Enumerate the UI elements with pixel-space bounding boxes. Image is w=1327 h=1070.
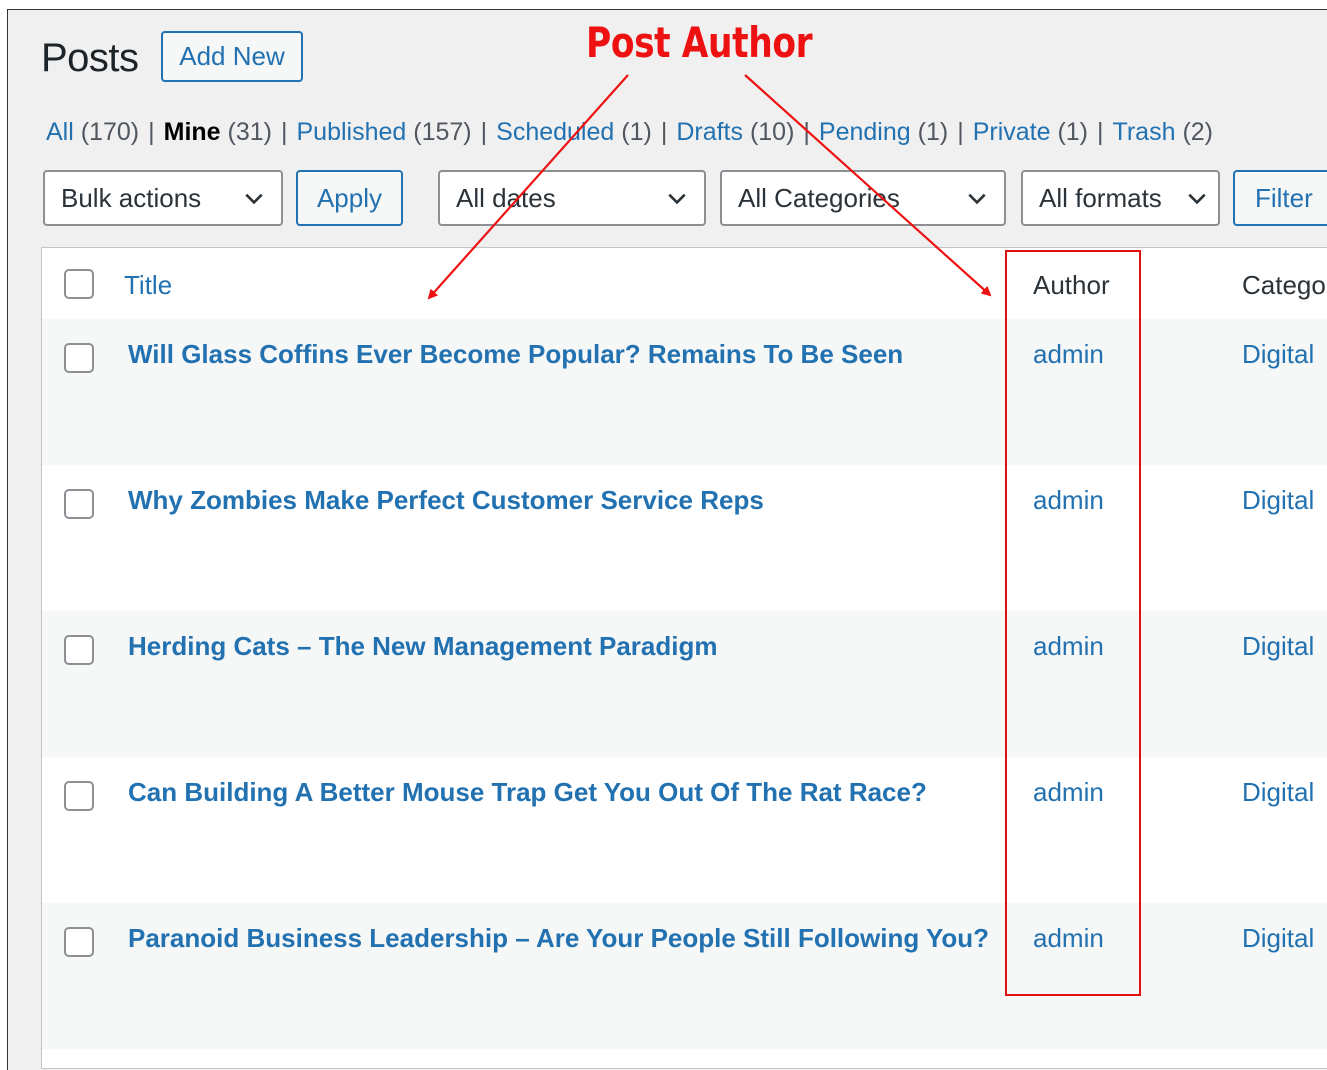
view-private-count: (1) (1057, 118, 1089, 146)
view-trash-count: (2) (1182, 118, 1214, 146)
formats-select[interactable]: All formats (1021, 170, 1220, 226)
view-pending-count: (1) (917, 118, 949, 146)
post-title-link[interactable]: Paranoid Business Leadership – Are Your … (128, 923, 989, 954)
post-title-link[interactable]: Can Building A Better Mouse Trap Get You… (128, 777, 927, 808)
post-title-link[interactable]: Will Glass Coffins Ever Become Popular? … (128, 339, 903, 370)
dates-select[interactable]: All dates (438, 170, 706, 226)
row-checkbox[interactable] (64, 635, 94, 665)
category-link[interactable]: Digital (1242, 777, 1314, 808)
add-new-button[interactable]: Add New (161, 31, 303, 82)
category-link[interactable]: Digital (1242, 485, 1314, 516)
separator: | (803, 118, 810, 146)
chevron-down-icon (1188, 193, 1206, 205)
post-status-filters: All (170) | Mine (31) | Published (157) | Sche… (46, 118, 1213, 147)
category-link[interactable]: Digital (1242, 923, 1314, 954)
view-drafts-link[interactable]: Drafts (676, 118, 743, 146)
post-title-link[interactable]: Herding Cats – The New Management Paradi… (128, 631, 717, 662)
separator: | (1097, 118, 1104, 146)
chevron-down-icon (668, 193, 686, 205)
separator: | (480, 118, 488, 146)
page-title: Posts (41, 36, 139, 80)
author-column-highlight (1005, 250, 1141, 996)
view-all-link[interactable]: All (46, 118, 74, 146)
filter-button[interactable]: Filter (1233, 170, 1327, 226)
categories-select[interactable]: All Categories (720, 170, 1006, 226)
dates-value: All dates (456, 182, 556, 213)
view-all-count: (170) (80, 118, 140, 146)
row-checkbox[interactable] (64, 927, 94, 957)
view-mine-count: (31) (227, 118, 272, 146)
row-checkbox[interactable] (64, 489, 94, 519)
view-published-link[interactable]: Published (297, 118, 407, 146)
row-checkbox[interactable] (64, 781, 94, 811)
view-published-count: (157) (413, 118, 472, 146)
view-scheduled-link[interactable]: Scheduled (496, 118, 614, 146)
bulk-actions-value: Bulk actions (61, 182, 202, 213)
view-trash-link[interactable]: Trash (1113, 118, 1176, 146)
category-link[interactable]: Digital (1242, 631, 1314, 662)
separator: | (148, 118, 155, 146)
view-scheduled-count: (1) (621, 118, 652, 146)
column-title-sort[interactable]: Title (124, 270, 172, 301)
column-categories: Catego (1242, 270, 1326, 300)
view-private-link[interactable]: Private (973, 118, 1051, 146)
annotation-label: Post Author (586, 18, 813, 67)
bulk-actions-select[interactable]: Bulk actions (43, 170, 283, 226)
chevron-down-icon (968, 193, 986, 205)
view-mine-link[interactable]: Mine (164, 118, 221, 146)
separator: | (660, 118, 668, 146)
view-pending-link[interactable]: Pending (819, 118, 911, 146)
apply-button[interactable]: Apply (296, 170, 403, 226)
post-title-link[interactable]: Why Zombies Make Perfect Customer Servic… (128, 485, 764, 516)
separator: | (957, 118, 964, 146)
chevron-down-icon (245, 193, 263, 205)
row-checkbox[interactable] (64, 343, 94, 373)
select-all-checkbox[interactable] (64, 269, 94, 299)
categories-value: All Categories (738, 182, 900, 213)
category-link[interactable]: Digital (1242, 339, 1314, 370)
separator: | (281, 118, 288, 146)
view-drafts-count: (10) (749, 118, 795, 146)
formats-value: All formats (1039, 182, 1162, 213)
